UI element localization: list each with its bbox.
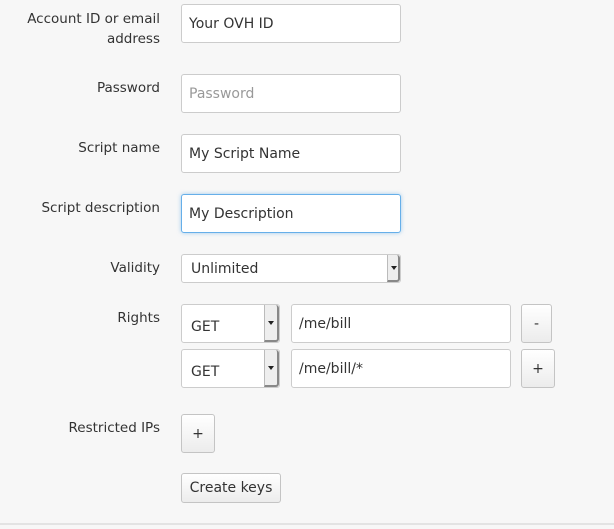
restricted-ips-label: Restricted IPs: [68, 420, 160, 436]
divider: [0, 523, 614, 525]
validity-label: Validity: [110, 260, 160, 276]
add-ip-button[interactable]: +: [181, 414, 215, 453]
rights-method-select[interactable]: GET: [181, 304, 280, 343]
password-input[interactable]: [181, 74, 401, 113]
script-description-input[interactable]: [181, 194, 401, 233]
rights-path-input[interactable]: [291, 349, 511, 388]
rights-method-select[interactable]: GET: [181, 349, 280, 388]
rights-label: Rights: [117, 310, 160, 326]
rights-path-input[interactable]: [291, 304, 511, 343]
method-value: GET: [191, 363, 220, 380]
account-input[interactable]: [181, 4, 401, 43]
create-keys-button[interactable]: Create keys: [181, 473, 281, 503]
account-label: Account ID or email address: [27, 11, 160, 47]
chevron-down-icon: [387, 255, 400, 282]
chevron-down-icon: [264, 350, 279, 387]
chevron-down-icon: [264, 305, 279, 342]
remove-right-button[interactable]: -: [521, 304, 552, 343]
add-right-button[interactable]: +: [521, 349, 555, 388]
script-description-label: Script description: [41, 200, 160, 216]
password-label: Password: [96, 80, 160, 96]
script-name-input[interactable]: [181, 134, 401, 173]
method-value: GET: [191, 318, 220, 335]
script-name-label: Script name: [78, 140, 160, 156]
validity-value: Unlimited: [191, 260, 259, 277]
validity-select[interactable]: Unlimited: [181, 254, 401, 283]
